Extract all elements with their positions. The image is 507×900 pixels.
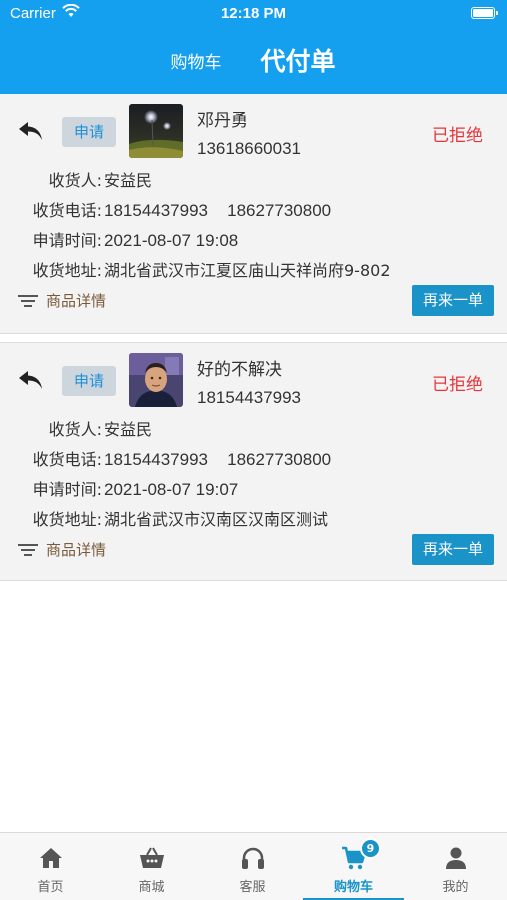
tab-cart[interactable]: 购物车: [160, 48, 232, 73]
status-badge: 已拒绝: [432, 375, 483, 395]
receiver-value: 安益民: [104, 420, 153, 439]
buyer-name: 好的不解决: [197, 360, 282, 380]
receiver-row: 收货人: 安益民: [18, 416, 152, 440]
receiver-phone-label: 收货电话:: [32, 450, 102, 469]
bottom-tab-bar: 首页 商城 客服 9 购物车 我的: [0, 832, 507, 900]
apply-time-label: 申请时间:: [32, 480, 102, 499]
buyer-phone: 18154437993: [197, 388, 302, 407]
address-value: 湖北省武汉市江夏区庙山天祥尚府9-802: [104, 261, 391, 280]
tab-mine-label: 我的: [442, 880, 469, 895]
product-detail-label: 商品详情: [46, 292, 107, 310]
address-label: 收货地址:: [32, 261, 102, 280]
receiver-row: 收货人: 安益民: [18, 167, 152, 191]
tab-proxy-pay[interactable]: 代付单: [248, 42, 348, 78]
filter-icon: [18, 543, 38, 556]
tab-home[interactable]: 首页: [0, 833, 101, 900]
reorder-button[interactable]: 再来一单: [412, 534, 494, 565]
cart-count-badge: 9: [360, 838, 381, 859]
address-value: 湖北省武汉市汉南区汉南区测试: [104, 510, 329, 529]
tab-mine[interactable]: 我的: [404, 833, 507, 900]
receiver-label: 收货人:: [48, 420, 102, 439]
apply-badge: 申请: [62, 117, 116, 147]
avatar: [129, 104, 183, 158]
battery-icon: [471, 7, 498, 19]
apply-time-value: 2021-08-07 19:07: [104, 480, 239, 499]
tab-service[interactable]: 客服: [202, 833, 303, 900]
tab-home-label: 首页: [37, 880, 64, 895]
address-label: 收货地址:: [32, 510, 102, 529]
clock: 12:18 PM: [220, 5, 287, 22]
receiver-phone-1: 18154437993: [104, 201, 209, 220]
receiver-phone-2: 18627730800: [227, 201, 332, 220]
address-row: 收货地址: 湖北省武汉市江夏区庙山天祥尚府9-802: [18, 257, 391, 281]
receiver-phone-1: 18154437993: [104, 450, 209, 469]
filter-icon: [18, 294, 38, 307]
receiver-label: 收货人:: [48, 171, 102, 190]
reply-icon[interactable]: [17, 368, 45, 392]
tab-mall[interactable]: 商城: [101, 833, 202, 900]
reply-icon[interactable]: [17, 119, 45, 143]
order-card: 申请 邓丹勇 13618660031 已拒绝 收货人: 安益民 收货电话: 1815…: [0, 94, 507, 334]
product-detail-link[interactable]: 商品详情: [18, 539, 106, 560]
headset-icon: [241, 847, 264, 869]
buyer-name: 邓丹勇: [197, 111, 248, 131]
basket-icon: [139, 847, 164, 868]
apply-time-label: 申请时间:: [32, 231, 102, 250]
buyer-phone: 13618660031: [197, 139, 302, 158]
receiver-value: 安益民: [104, 171, 153, 190]
tab-mall-label: 商城: [138, 880, 165, 895]
address-row: 收货地址: 湖北省武汉市汉南区汉南区测试: [18, 506, 328, 530]
status-bar: Carrier 12:18 PM: [0, 0, 507, 28]
person-icon: [445, 847, 466, 869]
app-header: Carrier 12:18 PM 购物车 代付单: [0, 0, 507, 94]
reorder-button[interactable]: 再来一单: [412, 285, 494, 316]
product-detail-link[interactable]: 商品详情: [18, 290, 106, 311]
receiver-phone-2: 18627730800: [227, 450, 332, 469]
product-detail-label: 商品详情: [46, 541, 107, 559]
home-icon: [39, 848, 62, 868]
apply-time-value: 2021-08-07 19:08: [104, 231, 239, 250]
apply-time-row: 申请时间: 2021-08-07 19:08: [18, 227, 239, 251]
avatar: [129, 353, 183, 407]
tab-service-label: 客服: [239, 880, 266, 895]
apply-time-row: 申请时间: 2021-08-07 19:07: [18, 476, 239, 500]
tab-cart-label: 购物车: [333, 880, 373, 895]
order-card: 申请 好的不解决 18154437993 已拒绝 收货人: 安益民 收货电话: 18…: [0, 342, 507, 581]
apply-badge: 申请: [62, 366, 116, 396]
tab-cart[interactable]: 9 购物车: [303, 833, 404, 900]
receiver-phone-label: 收货电话:: [32, 201, 102, 220]
receiver-phone-row: 收货电话: 18154437993 18627730800: [18, 446, 332, 470]
receiver-phone-row: 收货电话: 18154437993 18627730800: [18, 197, 332, 221]
status-badge: 已拒绝: [432, 126, 483, 146]
